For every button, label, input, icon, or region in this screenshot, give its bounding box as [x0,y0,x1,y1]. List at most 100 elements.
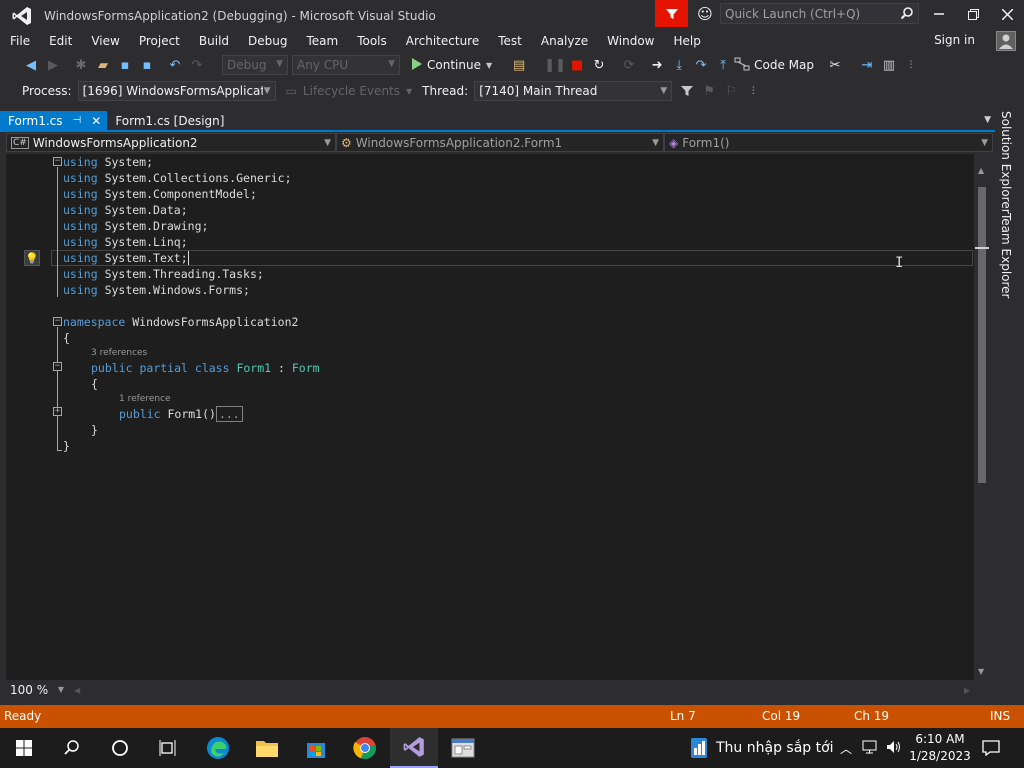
visual-studio-taskbar-icon[interactable] [390,728,438,768]
step-over-icon[interactable]: ↷ [690,54,712,76]
file-explorer-icon[interactable] [243,728,291,768]
menu-help[interactable]: Help [664,31,710,51]
solution-explorer-tab[interactable]: Solution Explorer [999,111,1013,214]
restore-button[interactable] [956,0,990,28]
collapse-usings-icon[interactable]: − [53,157,62,166]
menu-edit[interactable]: Edit [39,31,81,51]
taskbar-clock[interactable]: 6:10 AM 1/28/2023 [905,731,975,765]
solution-configuration-select[interactable]: Debug ▼ [222,55,288,75]
vertical-scrollbar[interactable]: ▲ ▼ [974,154,990,680]
sign-in-link[interactable]: Sign in [934,33,975,47]
navigate-back-icon[interactable]: ◀ [20,54,42,76]
codelens-references-link[interactable]: 3 references [63,347,320,360]
microsoft-store-icon[interactable] [292,728,340,768]
network-icon[interactable] [862,740,878,757]
show-hidden-icons-chevron-up-icon[interactable]: ︿ [840,740,852,757]
scroll-left-icon[interactable]: ◀ [74,686,80,695]
process-select[interactable]: [1696] WindowsFormsApplication2 ▼ [77,81,276,101]
save-all-icon[interactable]: ▪ [136,54,158,76]
breakpoints-icon[interactable]: ✂ [824,54,846,76]
close-button[interactable] [990,0,1024,28]
account-avatar[interactable] [996,31,1016,51]
process-icon[interactable]: ▤ [508,54,530,76]
scrollbar-thumb[interactable] [978,187,986,483]
pause-icon[interactable]: ❚❚ [544,54,566,76]
layout-icon[interactable]: ▥ [878,54,900,76]
cortana-icon[interactable] [96,728,144,768]
team-explorer-tab[interactable]: Team Explorer [999,213,1013,299]
method-icon: ◈ [669,135,679,150]
step-out-icon[interactable]: ⤒ [712,54,734,76]
quick-launch-input[interactable]: Quick Launch (Ctrl+Q) [720,3,919,24]
scroll-right-icon[interactable]: ▶ [964,686,970,695]
status-line: Ln 7 [670,709,696,723]
member-select[interactable]: ◈ Form1() ▼ [664,133,993,152]
toolbar-overflow-icon[interactable]: ⋮ [900,54,922,76]
news-weather-widget[interactable]: Thu nhập sắp tới [690,728,834,768]
undo-icon[interactable]: ↶ [164,54,186,76]
menu-analyze[interactable]: Analyze [531,31,597,51]
feedback-filter-button[interactable] [655,0,688,27]
zoom-select[interactable]: 100 % ▼ [6,682,66,698]
type-select[interactable]: ⚙ WindowsFormsApplication2.Form1 ▼ [336,133,664,152]
flag-thread-icon[interactable]: ⚑ [698,80,720,102]
collapsed-region[interactable]: ... [215,406,243,422]
menu-window[interactable]: Window [597,31,663,51]
show-next-statement-icon[interactable]: ➜ [646,54,668,76]
menu-project[interactable]: Project [129,31,189,51]
scroll-down-icon[interactable]: ▼ [978,667,984,676]
navigate-forward-icon[interactable]: ▶ [42,54,64,76]
menu-view[interactable]: View [81,31,128,51]
editor-margin [6,154,51,680]
save-icon[interactable]: ▪ [114,54,136,76]
configuration-value: Debug [227,58,267,72]
restart-icon[interactable]: ↻ [588,54,610,76]
edge-browser-icon[interactable] [194,728,242,768]
hot-reload-icon[interactable]: ⟳ [618,54,640,76]
new-project-icon[interactable]: ✱ [70,54,92,76]
codelens-references-link[interactable]: 1 reference [63,393,320,406]
menu-tools[interactable]: Tools [347,31,396,51]
scroll-up-icon[interactable]: ▲ [978,166,984,175]
collapse-class-icon[interactable]: − [53,362,62,371]
volume-icon[interactable] [886,740,902,757]
menu-test[interactable]: Test [488,31,531,51]
project-select[interactable]: C# WindowsFormsApplication2 ▼ [6,133,336,152]
lightbulb-icon[interactable]: 💡 [24,250,40,266]
stop-icon[interactable]: ■ [566,54,588,76]
code-editor[interactable]: 💡 − − − + using System; using System.Col… [6,154,990,680]
minimize-button[interactable] [922,0,956,28]
step-into-icon[interactable]: ⤓ [668,54,690,76]
redo-icon[interactable]: ↷ [186,54,208,76]
toolbar-options-icon[interactable]: ⇥ [856,54,878,76]
solution-platform-select[interactable]: Any CPU ▼ [292,55,400,75]
thread-select[interactable]: [7140] Main Thread ▼ [474,81,673,101]
filter-icon[interactable] [676,80,698,102]
tab-form1-cs[interactable]: Form1.cs ⊣ ✕ [0,111,108,130]
lifecycle-events-button[interactable]: ▭ Lifecycle Events ▼ [286,84,413,98]
open-file-icon[interactable]: ▰ [92,54,114,76]
menu-file[interactable]: File [0,31,39,51]
menu-debug[interactable]: Debug [238,31,296,51]
menu-team[interactable]: Team [296,31,347,51]
toolbar-overflow-icon[interactable]: ⋮ [742,80,764,102]
tab-form1-design[interactable]: Form1.cs [Design] [107,111,232,130]
expand-constructor-icon[interactable]: + [53,407,62,416]
feedback-smiley-icon[interactable]: ☺ [694,3,716,25]
pin-icon[interactable]: ⊣ [73,115,82,126]
chrome-browser-icon[interactable] [341,728,389,768]
code-text[interactable]: using System; using System.Collections.G… [63,154,320,454]
continue-button[interactable]: Continue ▼ [406,57,498,73]
menu-architecture[interactable]: Architecture [396,31,488,51]
notifications-icon[interactable] [968,728,1014,768]
collapse-namespace-icon[interactable]: − [53,317,62,326]
tab-overflow-chevron-down-icon[interactable]: ▼ [984,115,991,125]
task-view-icon[interactable] [144,728,192,768]
search-icon[interactable] [48,728,96,768]
close-tab-icon[interactable]: ✕ [91,114,101,128]
menu-build[interactable]: Build [189,31,238,51]
unflag-thread-icon[interactable]: ⚐ [720,80,742,102]
start-windows-icon[interactable] [0,728,48,768]
code-map-button[interactable]: Code Map [734,57,814,74]
forms-app-taskbar-icon[interactable] [439,728,487,768]
